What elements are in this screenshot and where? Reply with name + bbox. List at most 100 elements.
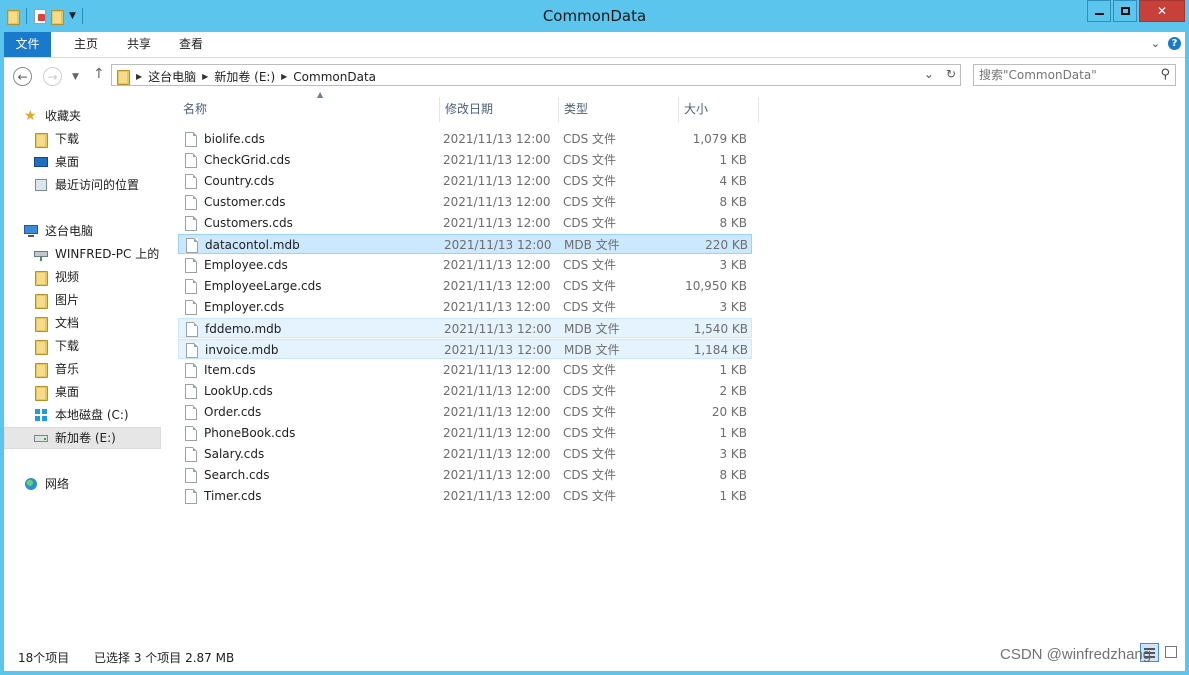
nav-favorites[interactable]: ★ 收藏夹 bbox=[4, 105, 161, 127]
nav-pc-downloads[interactable]: 下载 bbox=[4, 335, 161, 357]
nav-label: 视频 bbox=[55, 270, 80, 284]
chevron-right-icon[interactable]: ▶ bbox=[281, 72, 287, 81]
pictures-folder-icon bbox=[34, 293, 48, 309]
tab-file[interactable]: 文件 bbox=[4, 32, 51, 57]
breadcrumb-commondata[interactable]: CommonData bbox=[293, 70, 376, 84]
title-bar[interactable]: ▼ CommonData ✕ bbox=[4, 0, 1185, 32]
column-headers: ▲ 名称 修改日期 类型 大小 bbox=[178, 90, 772, 122]
nav-network-share[interactable]: WINFRED-PC 上的 bbox=[4, 243, 161, 265]
file-type: CDS 文件 bbox=[563, 468, 617, 482]
close-button[interactable]: ✕ bbox=[1139, 0, 1185, 22]
file-name: Salary.cds bbox=[204, 447, 265, 461]
forward-button[interactable]: → bbox=[43, 67, 62, 86]
nav-music[interactable]: 音乐 bbox=[4, 358, 161, 380]
nav-local-disk-c[interactable]: 本地磁盘 (C:) bbox=[4, 404, 161, 426]
column-header-size[interactable]: 大小 bbox=[679, 97, 759, 122]
file-size: 1,079 KB bbox=[692, 132, 747, 146]
refresh-icon[interactable]: ↻ bbox=[946, 67, 956, 81]
nav-pictures[interactable]: 图片 bbox=[4, 289, 161, 311]
file-row[interactable]: Search.cds 2021/11/13 12:00 CDS 文件 8 KB bbox=[178, 465, 752, 485]
watermark: CSDN @winfredzhang bbox=[1000, 646, 1152, 663]
file-icon bbox=[185, 300, 197, 315]
file-row[interactable]: CheckGrid.cds 2021/11/13 12:00 CDS 文件 1 KB bbox=[178, 150, 752, 170]
file-row[interactable]: Salary.cds 2021/11/13 12:00 CDS 文件 3 KB bbox=[178, 444, 752, 464]
file-list-pane: ▲ 名称 修改日期 类型 大小 biolife.cds 2021/11/13 12… bbox=[161, 90, 1185, 638]
search-input[interactable] bbox=[979, 67, 1149, 83]
file-size: 3 KB bbox=[719, 258, 747, 272]
file-icon bbox=[185, 447, 197, 462]
nav-downloads[interactable]: 下载 bbox=[4, 128, 161, 150]
file-size: 1,184 KB bbox=[693, 343, 748, 357]
file-row[interactable]: datacontol.mdb 2021/11/13 12:00 MDB 文件 220 … bbox=[178, 234, 752, 254]
chevron-right-icon[interactable]: ▶ bbox=[202, 72, 208, 81]
nav-desktop[interactable]: 桌面 bbox=[4, 151, 161, 173]
file-date: 2021/11/13 12:00 bbox=[444, 322, 552, 336]
file-size: 1 KB bbox=[719, 363, 747, 377]
file-row[interactable]: Employee.cds 2021/11/13 12:00 CDS 文件 3 KB bbox=[178, 255, 752, 275]
selection-info: 已选择 3 个项目 2.87 MB bbox=[94, 651, 235, 665]
address-history-chevron-icon[interactable]: ⌄ bbox=[924, 67, 934, 81]
file-name: biolife.cds bbox=[204, 132, 265, 146]
file-name: Employee.cds bbox=[204, 258, 288, 272]
file-row[interactable]: invoice.mdb 2021/11/13 12:00 MDB 文件 1,184 K… bbox=[178, 339, 752, 359]
file-name: CheckGrid.cds bbox=[204, 153, 291, 167]
file-icon bbox=[185, 279, 197, 294]
file-icon bbox=[185, 384, 197, 399]
recent-locations-chevron-icon[interactable]: ▼ bbox=[72, 72, 79, 82]
nav-label: 本地磁盘 (C:) bbox=[55, 408, 129, 422]
address-bar[interactable]: ▶ 这台电脑 ▶ 新加卷 (E:) ▶ CommonData ⌄ ↻ bbox=[111, 64, 961, 86]
file-row[interactable]: Country.cds 2021/11/13 12:00 CDS 文件 4 KB bbox=[178, 171, 752, 191]
expand-ribbon-chevron-icon[interactable]: ⌄ bbox=[1151, 37, 1160, 50]
file-row[interactable]: Employer.cds 2021/11/13 12:00 CDS 文件 3 KB bbox=[178, 297, 752, 317]
nav-label: 桌面 bbox=[55, 385, 80, 399]
breadcrumb-drive-e[interactable]: 新加卷 (E:) bbox=[214, 68, 275, 85]
nav-videos[interactable]: 视频 bbox=[4, 266, 161, 288]
file-row[interactable]: EmployeeLarge.cds 2021/11/13 12:00 CDS 文件 1… bbox=[178, 276, 752, 296]
maximize-button[interactable] bbox=[1113, 0, 1137, 22]
breadcrumb-this-pc[interactable]: 这台电脑 bbox=[148, 68, 196, 85]
chevron-right-icon[interactable]: ▶ bbox=[136, 72, 142, 81]
properties-icon[interactable] bbox=[33, 8, 47, 24]
downloads-folder-icon bbox=[34, 132, 48, 148]
nav-label: 最近访问的位置 bbox=[55, 178, 140, 192]
nav-recent-places[interactable]: 最近访问的位置 bbox=[4, 174, 161, 196]
column-header-type[interactable]: 类型 bbox=[559, 97, 679, 122]
file-row[interactable]: Order.cds 2021/11/13 12:00 CDS 文件 20 KB bbox=[178, 402, 752, 422]
computer-icon bbox=[24, 224, 38, 238]
customize-qat-chevron-icon[interactable]: ▼ bbox=[69, 11, 76, 21]
search-icon[interactable]: ⚲ bbox=[1160, 67, 1170, 82]
file-row[interactable]: Timer.cds 2021/11/13 12:00 CDS 文件 1 KB bbox=[178, 486, 752, 506]
column-header-date[interactable]: 修改日期 bbox=[440, 97, 559, 122]
file-row[interactable]: Customer.cds 2021/11/13 12:00 CDS 文件 8 KB bbox=[178, 192, 752, 212]
tab-view[interactable]: 查看 bbox=[165, 32, 217, 57]
file-icon bbox=[185, 195, 197, 210]
tab-home[interactable]: 主页 bbox=[60, 32, 112, 57]
new-folder-icon[interactable] bbox=[50, 9, 64, 25]
nav-pc-desktop[interactable]: 桌面 bbox=[4, 381, 161, 403]
file-row[interactable]: biolife.cds 2021/11/13 12:00 CDS 文件 1,079 K… bbox=[178, 129, 752, 149]
tab-share[interactable]: 共享 bbox=[113, 32, 165, 57]
folder-icon bbox=[116, 69, 130, 85]
nav-documents[interactable]: 文档 bbox=[4, 312, 161, 334]
help-icon[interactable]: ? bbox=[1168, 37, 1181, 50]
nav-label: WINFRED-PC 上的 bbox=[55, 247, 160, 261]
file-icon bbox=[185, 426, 197, 441]
file-row[interactable]: LookUp.cds 2021/11/13 12:00 CDS 文件 2 KB bbox=[178, 381, 752, 401]
file-row[interactable]: Customers.cds 2021/11/13 12:00 CDS 文件 8 KB bbox=[178, 213, 752, 233]
nav-volume-e[interactable]: 新加卷 (E:) bbox=[4, 427, 161, 449]
large-icons-view-button[interactable] bbox=[1163, 644, 1179, 661]
ribbon-tabs: 文件 主页 共享 查看 ⌄ ? bbox=[4, 32, 1185, 58]
up-arrow-icon[interactable]: ↑ bbox=[93, 66, 105, 82]
file-row[interactable]: fddemo.mdb 2021/11/13 12:00 MDB 文件 1,540 KB bbox=[178, 318, 752, 338]
nav-this-pc[interactable]: 这台电脑 bbox=[4, 220, 161, 242]
file-row[interactable]: Item.cds 2021/11/13 12:00 CDS 文件 1 KB bbox=[178, 360, 752, 380]
back-button[interactable]: ← bbox=[13, 67, 32, 86]
file-size: 1,540 KB bbox=[693, 322, 748, 336]
column-header-name[interactable]: 名称 bbox=[178, 97, 440, 122]
file-date: 2021/11/13 12:00 bbox=[443, 132, 551, 146]
file-icon bbox=[185, 363, 197, 378]
nav-network[interactable]: 网络 bbox=[4, 473, 161, 495]
minimize-button[interactable] bbox=[1087, 0, 1111, 22]
file-row[interactable]: PhoneBook.cds 2021/11/13 12:00 CDS 文件 1 KB bbox=[178, 423, 752, 443]
search-box[interactable]: ⚲ bbox=[973, 64, 1176, 86]
